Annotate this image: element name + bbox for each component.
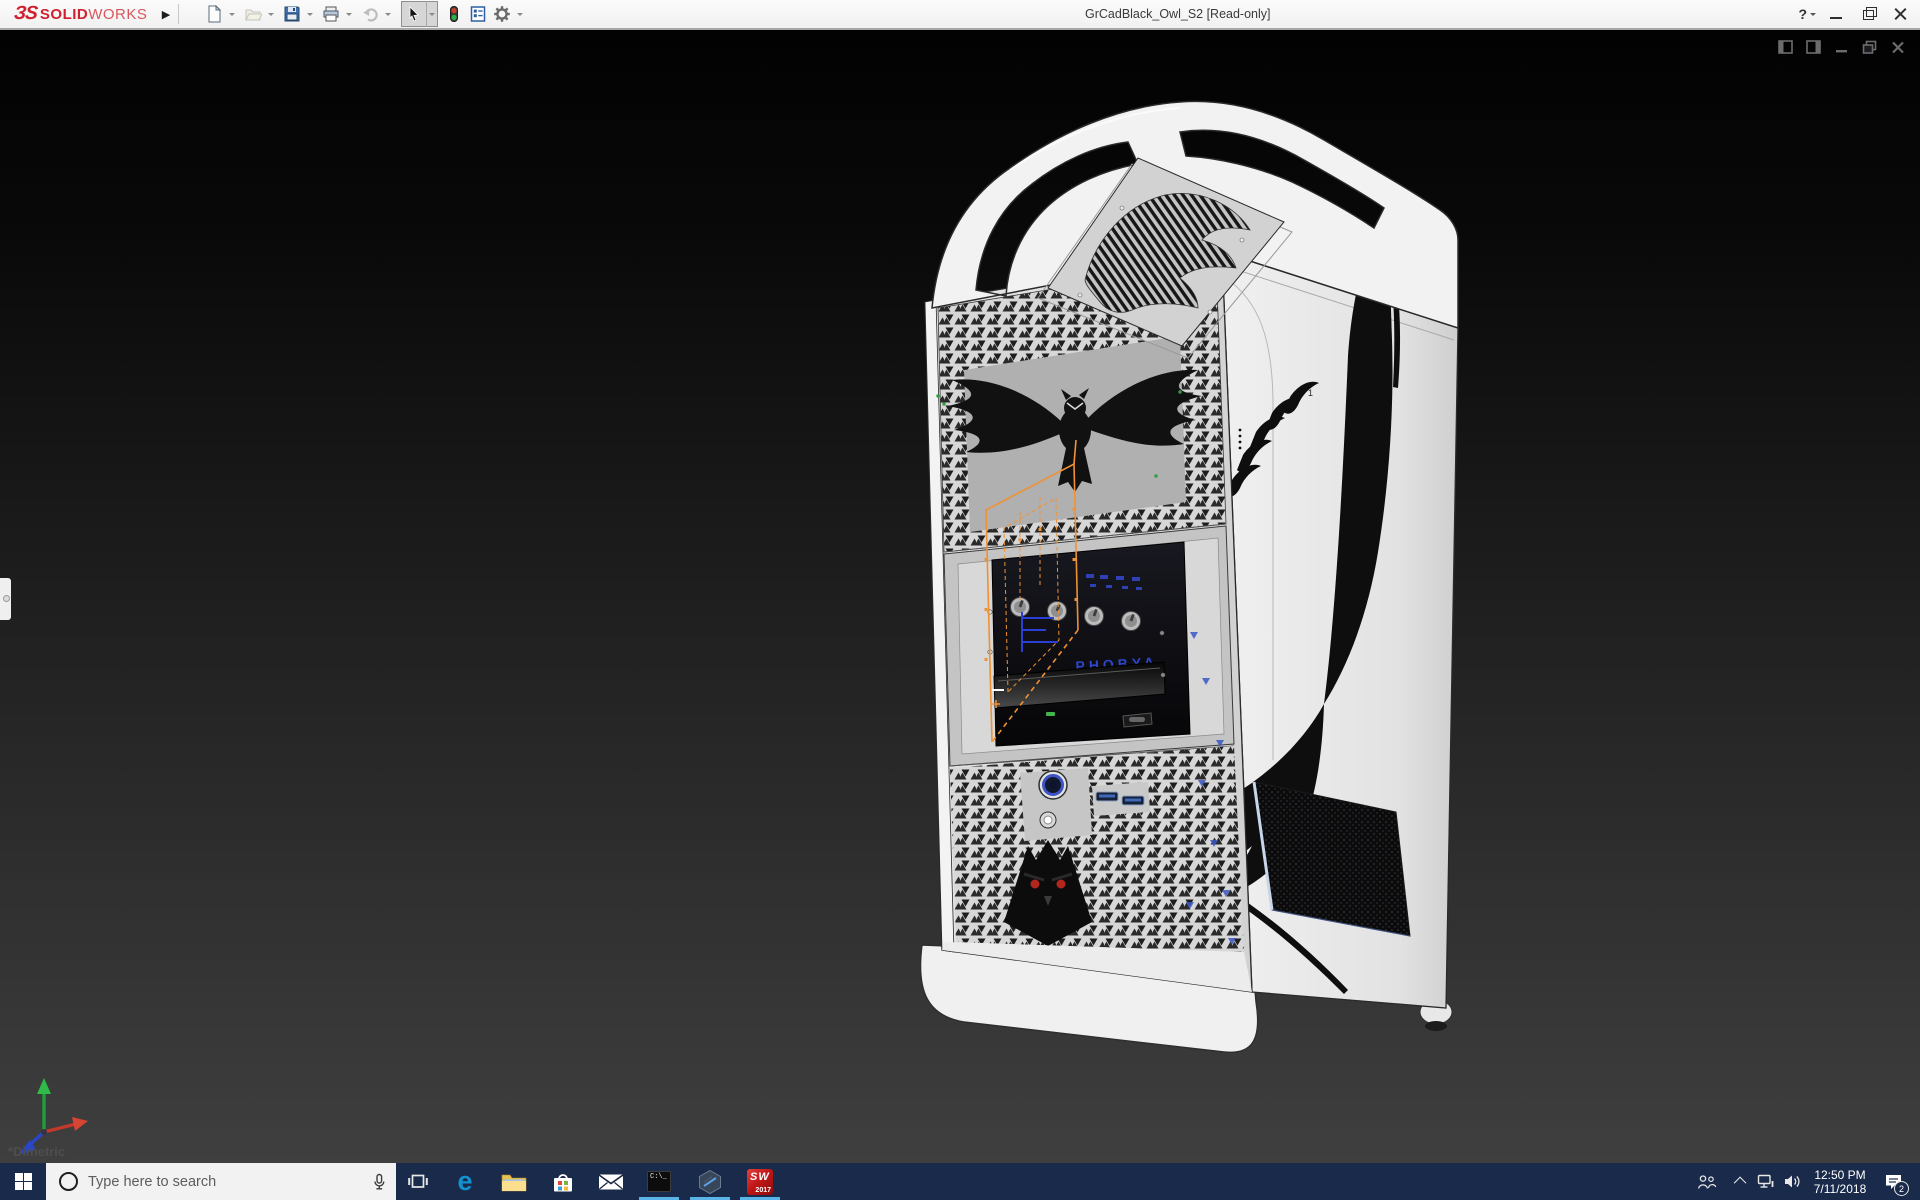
model-graphics: 1 PHOBYA [919, 100, 1459, 1054]
windows-logo-icon [14, 1173, 32, 1190]
windows-taskbar: e C:\_ [0, 1163, 1920, 1200]
new-document-icon [208, 5, 222, 23]
show-pane-left-icon[interactable] [1778, 40, 1794, 55]
command-prompt-icon: C:\_ [647, 1171, 671, 1192]
solidworks-logo-glyph: ЗS [12, 3, 39, 24]
task-view-icon [408, 1174, 428, 1188]
solidworks-logo: ЗS SOLID WORKS [12, 3, 148, 24]
document-title: GrCadBlack_Owl_S2 [Read-only] [1085, 7, 1271, 21]
tray-chevron-button[interactable] [1730, 1163, 1752, 1200]
minimize-button[interactable] [1826, 4, 1848, 24]
people-icon [1697, 1174, 1717, 1189]
file-explorer-icon [501, 1174, 527, 1191]
restore-button[interactable] [1858, 4, 1880, 24]
doc-minimize-icon[interactable] [1834, 40, 1850, 55]
speaker-icon [1785, 1175, 1800, 1188]
network-button[interactable] [1753, 1163, 1779, 1200]
power-button[interactable] [1038, 770, 1068, 800]
eject-button-pill [1129, 717, 1145, 722]
open-button[interactable] [241, 2, 265, 26]
options-button[interactable] [490, 2, 514, 26]
traffic-light-icon [450, 6, 458, 22]
gear-icon [494, 6, 510, 22]
undo-button[interactable] [358, 2, 382, 26]
save-dropdown[interactable] [304, 2, 315, 26]
toolbar-separator [178, 4, 179, 24]
graphics-viewport[interactable]: 1 PHOBYA *Dimetric [0, 30, 1920, 1163]
window-controls: ? [1798, 0, 1912, 28]
help-button[interactable]: ? [1798, 6, 1816, 22]
taskbar-search-box[interactable] [46, 1163, 396, 1200]
action-center-button[interactable]: 2 [1876, 1163, 1910, 1200]
taskbar-app-mail[interactable] [589, 1163, 633, 1200]
taskbar-app-file-explorer[interactable] [492, 1163, 536, 1200]
select-tool-group [401, 1, 438, 27]
undo-dropdown[interactable] [382, 2, 393, 26]
front-lower-mesh [950, 746, 1244, 952]
open-dropdown[interactable] [265, 2, 276, 26]
notification-badge: 2 [1894, 1181, 1909, 1196]
search-input[interactable] [88, 1173, 372, 1190]
clock-time: 12:50 PM [1814, 1167, 1866, 1182]
undo-icon [363, 8, 378, 22]
menu-flyout-arrow-button[interactable]: ▶ [158, 4, 174, 24]
store-icon [554, 1173, 572, 1191]
volume-button[interactable] [1779, 1163, 1805, 1200]
select-tool-button[interactable] [402, 2, 426, 26]
taskbar-app-store[interactable] [541, 1163, 585, 1200]
titlebar: ЗS SOLID WORKS ▶ GrCadBlack_Owl_S2 [Read… [0, 0, 1920, 30]
print-button[interactable] [319, 2, 343, 26]
hexagon-app-icon [699, 1169, 721, 1194]
task-view-button[interactable] [396, 1163, 440, 1200]
new-document-button[interactable] [202, 2, 226, 26]
new-document-dropdown[interactable] [226, 2, 237, 26]
network-icon [1757, 1174, 1774, 1188]
reset-button[interactable] [1039, 811, 1057, 829]
close-button[interactable] [1890, 4, 1912, 24]
microphone-icon[interactable] [372, 1173, 386, 1191]
doc-close-icon[interactable] [1890, 40, 1906, 55]
interference-check-button[interactable] [442, 2, 466, 26]
print-dropdown[interactable] [343, 2, 354, 26]
save-floppy-icon [284, 6, 300, 22]
open-folder-icon [245, 9, 262, 21]
case-rear-foot-pad [1425, 1021, 1447, 1031]
select-cursor-icon [409, 6, 419, 22]
start-button[interactable] [0, 1163, 46, 1200]
taskbar-app-solidworks[interactable]: SW 2017 [738, 1163, 782, 1200]
view-orientation-label: *Dimetric [8, 1144, 66, 1159]
options-dropdown[interactable] [514, 2, 525, 26]
edge-icon: e [457, 1166, 473, 1196]
save-button[interactable] [280, 2, 304, 26]
cad-model-pc-case[interactable]: 1 PHOBYA [880, 40, 1480, 1070]
drive-led [1046, 712, 1055, 716]
document-window-controls [1778, 40, 1906, 55]
cortana-icon [59, 1172, 78, 1191]
doc-restore-icon[interactable] [1862, 40, 1878, 55]
people-button[interactable] [1694, 1163, 1720, 1200]
select-tool-dropdown[interactable] [426, 1, 437, 27]
mail-icon [598, 1173, 624, 1189]
taskbar-clock[interactable]: 12:50 PM 7/11/2018 [1805, 1163, 1875, 1200]
form-list-icon [470, 6, 486, 22]
sketch-annotation-text: 1 [1308, 388, 1313, 398]
taskbar-app-edge[interactable]: e [443, 1163, 487, 1200]
taskbar-app-hexagon[interactable] [688, 1163, 732, 1200]
show-pane-right-icon[interactable] [1806, 40, 1822, 55]
solidworks-2017-icon: SW 2017 [747, 1168, 773, 1195]
clock-date: 7/11/2018 [1813, 1181, 1867, 1196]
properties-form-button[interactable] [466, 2, 490, 26]
print-icon [323, 6, 339, 22]
featuremanager-flyout-tab[interactable] [0, 578, 11, 620]
quick-access-toolbar [202, 0, 529, 28]
taskbar-app-command-prompt[interactable]: C:\_ [637, 1163, 681, 1200]
